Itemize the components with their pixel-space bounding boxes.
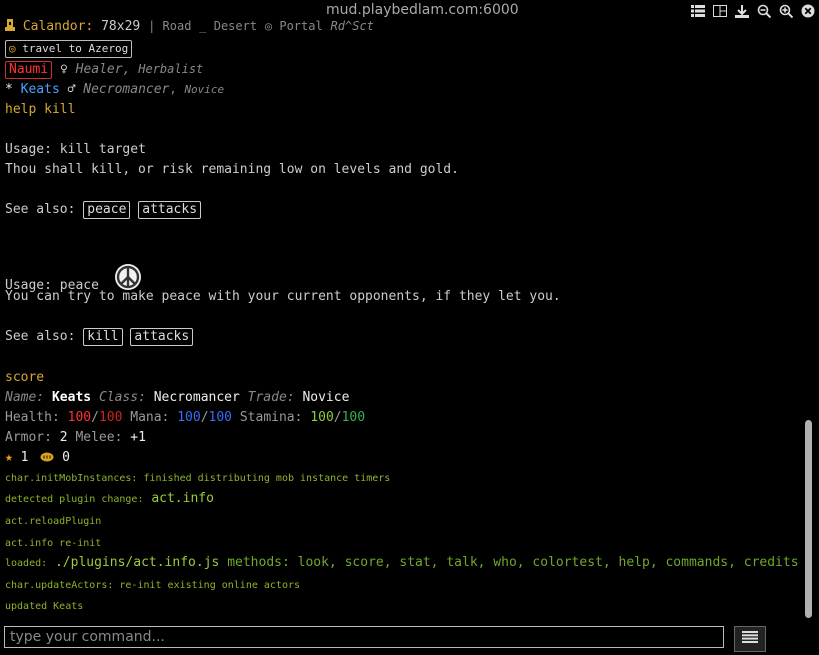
hamburger-icon [742, 631, 758, 647]
score-vitals: Health: 100/100 Mana: 100/100 Stamina: 1… [5, 410, 366, 425]
party-name-keats[interactable]: Keats [21, 82, 60, 97]
download-icon[interactable] [731, 2, 753, 20]
status-extra: Rd^Sct [330, 19, 374, 33]
score-currency: ★ 1 0 [5, 450, 70, 465]
close-icon[interactable] [797, 2, 819, 20]
travel-button[interactable]: ◎ travel to Azerog [5, 40, 133, 58]
log-line-2: detected plugin change: act.info [5, 491, 214, 506]
terrain-portal: Portal [279, 19, 323, 33]
star-icon: ★ [5, 450, 13, 465]
stamina-current: 100 [310, 410, 334, 425]
party-name-naumi[interactable]: Naumi [5, 61, 53, 79]
party-member-keats: * Keats ♂ Necromancer, Novice [5, 82, 225, 97]
log-line-3: act.reloadPlugin [5, 516, 102, 527]
score-combat: Armor: 2 Melee: +1 [5, 430, 146, 445]
see-also-attacks-button[interactable]: attacks [138, 201, 202, 219]
log-line-5: loaded: ./plugins/act.info.js methods: l… [5, 555, 799, 570]
zoom-out-icon[interactable] [753, 2, 775, 20]
host-address: mud.playbedlam.com:6000 [326, 2, 519, 18]
mana-current: 100 [177, 410, 201, 425]
health-current: 100 [67, 410, 92, 425]
location-name: Calandor [22, 19, 86, 34]
terrain-road: Road [162, 19, 192, 33]
map-marker-icon [5, 19, 15, 34]
see-also-kill-button[interactable]: kill [83, 328, 123, 346]
zoom-in-icon[interactable] [775, 2, 797, 20]
party-member-naumi: Naumi ♀ Healer, Herbalist [5, 61, 203, 79]
help-kill-description: Thou shall kill, or risk remaining low o… [5, 162, 459, 177]
score-identity: Name: Keats Class: Necromancer Trade: No… [5, 390, 350, 405]
gold-coins-icon [36, 450, 54, 465]
terrain-desert: Desert [213, 19, 258, 33]
echo-score: score [5, 370, 45, 385]
status-line: Calandor: 78x29 | Road _ Desert ◎ Portal… [5, 19, 374, 34]
location-coords: 78x29 [101, 19, 141, 34]
see-also-peace-button[interactable]: peace [83, 201, 131, 219]
scrollbar[interactable] [805, 420, 812, 618]
command-input[interactable] [4, 626, 724, 648]
help-kill-usage: Usage: kill target [5, 142, 146, 157]
see-also-attacks-button-2[interactable]: attacks [130, 328, 194, 346]
menu-button[interactable] [734, 626, 766, 652]
toolbar [687, 2, 819, 20]
log-line-7: updated Keats [5, 601, 84, 612]
portal-icon: ◎ [9, 42, 16, 55]
help-peace-see-also: See also: kill attacks [5, 328, 194, 346]
log-line-1: char.initMobInstances: finished distribu… [5, 473, 391, 484]
log-line-4: act.info re-init [5, 538, 102, 549]
list-view-icon[interactable] [687, 2, 709, 20]
echo-help-kill: help kill [5, 102, 76, 117]
help-peace-description: You can try to make peace with your curr… [5, 289, 561, 304]
help-kill-see-also: See also: peace attacks [5, 201, 202, 219]
split-view-icon[interactable] [709, 2, 731, 20]
travel-line: ◎ travel to Azerog [5, 40, 133, 58]
log-line-6: char.updateActors: re-init existing onli… [5, 580, 301, 591]
